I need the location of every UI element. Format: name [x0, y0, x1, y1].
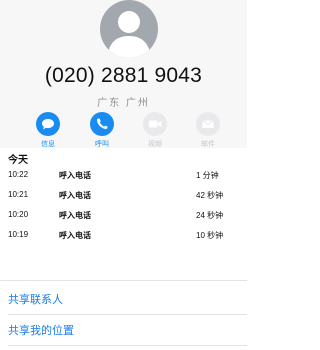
- call-type: 呼入电话: [59, 171, 91, 180]
- call-time: 10:20: [8, 210, 29, 219]
- share-contact-link[interactable]: 共享联系人: [8, 291, 63, 307]
- call-row[interactable]: 10:22 呼入电话 1 分钟: [0, 165, 247, 185]
- call-duration: 42 秒钟: [196, 191, 224, 200]
- call-duration: 1 分钟: [196, 171, 219, 180]
- call-type: 呼入电话: [59, 211, 91, 220]
- person-silhouette-icon: [107, 11, 151, 58]
- video-label: 视频: [148, 141, 162, 148]
- video-button[interactable]: 视频: [135, 112, 175, 149]
- mail-icon: [202, 120, 214, 128]
- call-row[interactable]: 10:19 呼入电话 10 秒钟: [0, 225, 247, 245]
- share-location-link[interactable]: 共享我的位置: [8, 322, 74, 338]
- call-duration: 10 秒钟: [196, 231, 224, 240]
- phone-number: (020) 2881 9043: [44, 64, 203, 87]
- call-row[interactable]: 10:20 呼入电话 24 秒钟: [0, 205, 247, 225]
- mail-label: 邮件: [201, 141, 215, 148]
- call-duration: 24 秒钟: [196, 211, 224, 220]
- message-icon: [42, 118, 54, 130]
- message-button[interactable]: 信息: [28, 112, 68, 149]
- call-label: 呼叫: [95, 141, 109, 148]
- divider: [0, 280, 247, 281]
- call-type: 呼入电话: [59, 191, 91, 200]
- call-row[interactable]: 10:21 呼入电话 42 秒钟: [0, 185, 247, 205]
- call-time: 10:22: [8, 170, 29, 179]
- location-label: 广东 广州: [97, 98, 150, 109]
- action-bar: 信息 呼叫 视频 邮件: [0, 112, 247, 148]
- call-time: 10:19: [8, 230, 29, 239]
- avatar: [100, 0, 158, 58]
- recent-calls-heading: 今天: [8, 155, 28, 166]
- call-button[interactable]: 呼叫: [82, 112, 122, 149]
- mail-button[interactable]: 邮件: [188, 112, 228, 149]
- contact-header: (020) 2881 9043 广东 广州 信息 呼叫 视频 邮件: [0, 0, 247, 148]
- message-label: 信息: [41, 141, 55, 148]
- divider: [8, 314, 247, 315]
- video-icon: [149, 120, 162, 128]
- call-type: 呼入电话: [59, 231, 91, 240]
- phone-icon: [96, 118, 108, 130]
- call-time: 10:21: [8, 190, 29, 199]
- divider: [8, 345, 247, 346]
